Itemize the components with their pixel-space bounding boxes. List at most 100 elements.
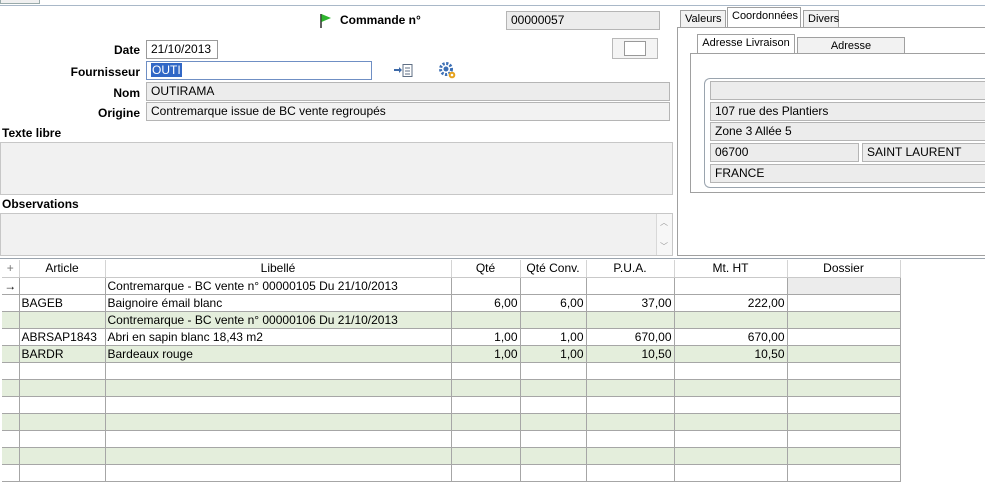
- row-indicator[interactable]: →: [2, 277, 20, 295]
- row-indicator[interactable]: [2, 379, 20, 397]
- cell-qte-conv[interactable]: [520, 447, 587, 465]
- cell-qte-conv[interactable]: [520, 379, 587, 397]
- cell-article[interactable]: [19, 447, 106, 465]
- cell-dossier[interactable]: [787, 430, 901, 448]
- cell-mt-ht[interactable]: [674, 464, 788, 482]
- cell-qte[interactable]: [451, 447, 521, 465]
- column-header-mt-ht[interactable]: Mt. HT: [674, 260, 788, 278]
- cell-libelle[interactable]: Bardeaux rouge: [105, 345, 452, 363]
- texte-libre-textarea[interactable]: [0, 142, 673, 195]
- cell-qte-conv[interactable]: [520, 362, 587, 380]
- country-field[interactable]: FRANCE: [710, 164, 985, 183]
- cell-pua[interactable]: [586, 379, 675, 397]
- cell-pua[interactable]: [586, 362, 675, 380]
- cell-dossier[interactable]: [787, 396, 901, 414]
- fournisseur-input[interactable]: OUTI: [146, 61, 372, 80]
- table-row[interactable]: [2, 447, 901, 465]
- address-line1-field[interactable]: 107 rue des Plantiers: [710, 102, 985, 121]
- cell-article[interactable]: [19, 396, 106, 414]
- column-header-libelle[interactable]: Libellé: [105, 260, 452, 278]
- cell-pua[interactable]: [586, 277, 675, 295]
- cell-libelle[interactable]: Contremarque - BC vente n° 00000106 Du 2…: [105, 311, 452, 329]
- cell-pua[interactable]: [586, 447, 675, 465]
- row-indicator[interactable]: [2, 328, 20, 346]
- toggle-button[interactable]: [612, 38, 658, 59]
- cell-article[interactable]: [19, 311, 106, 329]
- cell-qte-conv[interactable]: [520, 430, 587, 448]
- cell-libelle[interactable]: Abri en sapin blanc 18,43 m2: [105, 328, 452, 346]
- cell-qte[interactable]: 1,00: [451, 328, 521, 346]
- cell-article[interactable]: BAGEB: [19, 294, 106, 312]
- cell-qte-conv[interactable]: 6,00: [520, 294, 587, 312]
- row-indicator[interactable]: [2, 464, 20, 482]
- cell-mt-ht[interactable]: 10,50: [674, 345, 788, 363]
- cell-qte[interactable]: 1,00: [451, 345, 521, 363]
- table-row[interactable]: [2, 413, 901, 431]
- cell-pua[interactable]: 37,00: [586, 294, 675, 312]
- table-row[interactable]: [2, 396, 901, 414]
- table-row[interactable]: [2, 362, 901, 380]
- cell-libelle[interactable]: [105, 447, 452, 465]
- observations-textarea[interactable]: ︿ ﹀: [0, 213, 673, 256]
- table-row[interactable]: ABRSAP1843 Abri en sapin blanc 18,43 m2 1,…: [2, 328, 901, 346]
- cell-qte[interactable]: [451, 396, 521, 414]
- flag-icon[interactable]: [318, 12, 334, 29]
- table-row[interactable]: [2, 464, 901, 482]
- list-lookup-icon[interactable]: [393, 62, 413, 79]
- cell-libelle[interactable]: [105, 464, 452, 482]
- cell-pua[interactable]: [586, 430, 675, 448]
- tab-coordonnees[interactable]: Coordonnées: [727, 7, 801, 27]
- cell-mt-ht[interactable]: [674, 396, 788, 414]
- subtab-adresse-livraison[interactable]: Adresse Livraison: [697, 34, 795, 54]
- cell-qte-conv[interactable]: [520, 413, 587, 431]
- cell-article[interactable]: [19, 379, 106, 397]
- cell-dossier[interactable]: [787, 294, 901, 312]
- cell-dossier[interactable]: [787, 447, 901, 465]
- cell-article[interactable]: [19, 277, 106, 295]
- column-header-article[interactable]: Article: [19, 260, 106, 278]
- cell-article[interactable]: [19, 413, 106, 431]
- cell-article[interactable]: [19, 430, 106, 448]
- cell-pua[interactable]: 670,00: [586, 328, 675, 346]
- address-line0-field[interactable]: [710, 81, 985, 100]
- row-indicator[interactable]: [2, 413, 20, 431]
- cell-dossier[interactable]: [787, 379, 901, 397]
- cell-article[interactable]: BARDR: [19, 345, 106, 363]
- cell-dossier[interactable]: [787, 328, 901, 346]
- cell-libelle[interactable]: Baignoire émail blanc: [105, 294, 452, 312]
- tab-divers[interactable]: Divers: [803, 10, 839, 28]
- observations-scrollbar[interactable]: ︿ ﹀: [656, 214, 672, 255]
- tab-valeurs[interactable]: Valeurs: [680, 10, 726, 28]
- nom-field[interactable]: OUTIRAMA: [146, 82, 670, 101]
- row-indicator[interactable]: [2, 294, 20, 312]
- postal-code-field[interactable]: 06700: [710, 143, 859, 162]
- cell-mt-ht[interactable]: [674, 311, 788, 329]
- cell-qte[interactable]: [451, 430, 521, 448]
- cell-qte-conv[interactable]: [520, 311, 587, 329]
- gear-icon[interactable]: [438, 61, 457, 80]
- add-line-button[interactable]: +: [2, 260, 20, 278]
- table-row[interactable]: → Contremarque - BC vente n° 00000105 Du …: [2, 277, 901, 295]
- row-indicator[interactable]: [2, 362, 20, 380]
- cell-pua[interactable]: [586, 396, 675, 414]
- cell-qte[interactable]: [451, 464, 521, 482]
- cell-libelle[interactable]: Contremarque - BC vente n° 00000105 Du 2…: [105, 277, 452, 295]
- cell-pua[interactable]: [586, 413, 675, 431]
- city-field[interactable]: SAINT LAURENT: [862, 143, 985, 162]
- cell-mt-ht[interactable]: 670,00: [674, 328, 788, 346]
- origine-field[interactable]: Contremarque issue de BC vente regroupés: [146, 102, 670, 121]
- cell-libelle[interactable]: [105, 379, 452, 397]
- address-line2-field[interactable]: Zone 3 Allée 5: [710, 122, 985, 141]
- table-row[interactable]: BARDR Bardeaux rouge 1,00 1,00 10,50 10,50: [2, 345, 901, 363]
- cell-article[interactable]: ABRSAP1843: [19, 328, 106, 346]
- cell-pua[interactable]: [586, 464, 675, 482]
- cell-qte-conv[interactable]: 1,00: [520, 328, 587, 346]
- cell-qte[interactable]: [451, 379, 521, 397]
- cell-dossier[interactable]: [787, 413, 901, 431]
- cell-dossier[interactable]: [787, 277, 901, 295]
- cell-qte[interactable]: [451, 311, 521, 329]
- scroll-down-arrow-icon[interactable]: ﹀: [660, 241, 668, 252]
- column-header-pua[interactable]: P.U.A.: [586, 260, 675, 278]
- row-indicator[interactable]: [2, 396, 20, 414]
- row-indicator[interactable]: [2, 447, 20, 465]
